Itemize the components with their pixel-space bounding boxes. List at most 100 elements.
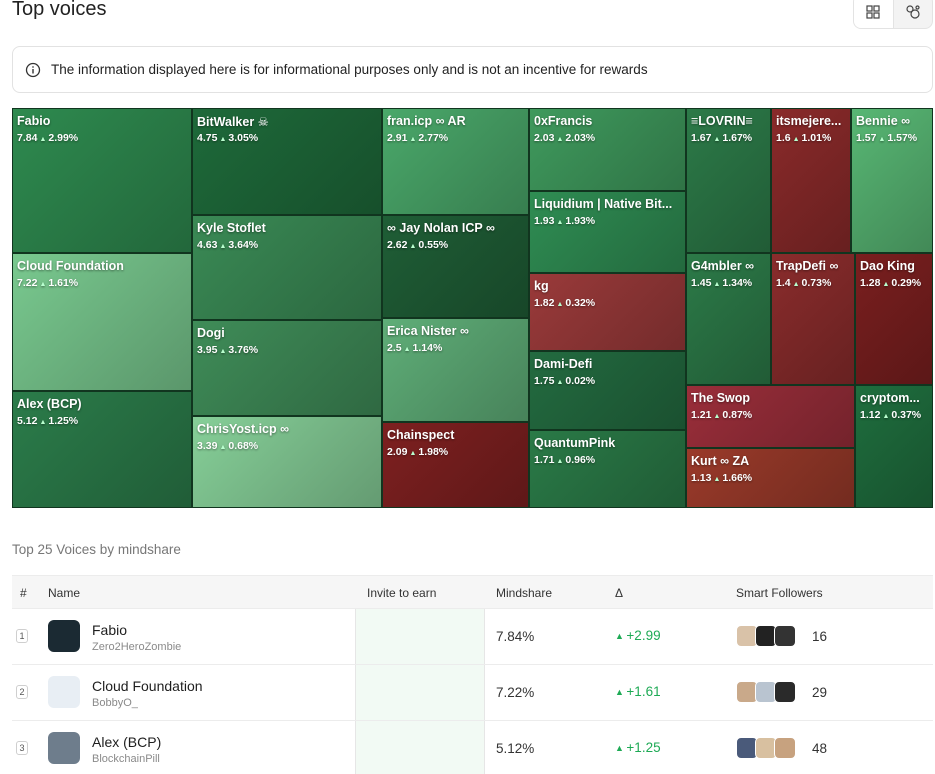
tile-stats: 7.22 ▲ 1.61% (17, 277, 78, 289)
voice-name[interactable]: Alex (BCP) (92, 734, 161, 750)
table-header: # Name Invite to earn Mindshare Δ Smart … (12, 575, 933, 609)
tile-change: 2.99% (48, 132, 79, 144)
treemap-tile[interactable]: Dogi 3.95 ▲ 3.76% (192, 320, 382, 416)
tile-stats: 1.45 ▲ 1.34% (691, 277, 752, 289)
up-triangle-icon: ▲ (713, 136, 721, 143)
treemap-tile[interactable]: Kyle Stoflet 4.63 ▲ 3.64% (192, 215, 382, 320)
rank-badge: 2 (16, 685, 28, 699)
treemap-tile[interactable]: ChrisYost.icp ∞ 3.39 ▲ 0.68% (192, 416, 382, 508)
follower-avatar (774, 737, 796, 759)
up-triangle-icon: ▲ (713, 281, 721, 288)
tile-change: 3.76% (228, 344, 259, 356)
rank-badge: 1 (16, 629, 28, 643)
treemap-tile[interactable]: The Swop 1.21 ▲ 0.87% (686, 385, 855, 448)
treemap-tile[interactable]: cryptom... 1.12 ▲ 0.37% (855, 385, 933, 508)
invite-cell[interactable] (355, 721, 485, 774)
up-triangle-icon: ▲ (219, 444, 227, 451)
treemap-tile[interactable]: Dami-Defi 1.75 ▲ 0.02% (529, 351, 686, 430)
tile-change: 0.29% (891, 277, 922, 289)
tile-change: 2.03% (565, 132, 596, 144)
tile-name: Dogi (197, 326, 225, 340)
tile-background (852, 109, 932, 252)
info-icon (25, 62, 41, 77)
up-triangle-icon: ▲ (219, 136, 227, 143)
tile-name: ≡LOVRIN≡ (691, 114, 753, 128)
view-toggle[interactable] (853, 0, 933, 29)
tile-stats: 1.93 ▲ 1.93% (534, 215, 595, 227)
avatar[interactable] (48, 676, 80, 708)
treemap-tile[interactable]: Liquidium | Native Bit... 1.93 ▲ 1.93% (529, 191, 686, 273)
grid-view-button[interactable] (854, 0, 894, 28)
table-row[interactable]: 2 Cloud Foundation BobbyO_ 7.22% ▲ +1.61 29 (12, 665, 933, 721)
treemap-tile[interactable]: itsmejere... 1.6 ▲ 1.01% (771, 108, 851, 253)
invite-cell[interactable] (355, 665, 485, 720)
tile-stats: 1.82 ▲ 0.32% (534, 297, 595, 309)
treemap-tile[interactable]: fran.icp ∞ AR 2.91 ▲ 2.77% (382, 108, 529, 215)
bubble-view-button[interactable] (894, 0, 933, 28)
tile-background (772, 109, 850, 252)
tile-name: Chainspect (387, 428, 455, 442)
treemap-tile[interactable]: G4mbler ∞ 1.45 ▲ 1.34% (686, 253, 771, 385)
tile-stats: 1.13 ▲ 1.66% (691, 472, 752, 484)
tile-name: ChrisYost.icp ∞ (197, 422, 290, 436)
tile-stats: 5.12 ▲ 1.25% (17, 415, 78, 427)
tile-mindshare: 3.95 (197, 344, 218, 356)
tile-mindshare: 2.09 (387, 446, 408, 458)
followers-count: 29 (812, 685, 828, 700)
tile-background (530, 274, 685, 350)
up-triangle-icon: ▲ (615, 687, 627, 697)
tile-change: 1.98% (418, 446, 449, 458)
treemap-tile[interactable]: Chainspect 2.09 ▲ 1.98% (382, 422, 529, 508)
header-followers[interactable]: Smart Followers (736, 586, 823, 600)
tile-mindshare: 1.28 (860, 277, 881, 289)
treemap-tile[interactable]: Kurt ∞ ZA 1.13 ▲ 1.66% (686, 448, 855, 508)
mindshare-value: 7.84% (496, 629, 535, 644)
treemap-tile[interactable]: Fabio 7.84 ▲ 2.99% (12, 108, 192, 253)
delta-value: ▲ +2.99 (615, 628, 661, 643)
tile-change: 0.73% (801, 277, 832, 289)
treemap-tile[interactable]: Erica Nister ∞ 2.5 ▲ 1.14% (382, 318, 529, 422)
avatar[interactable] (48, 620, 80, 652)
tile-name: Fabio (17, 114, 51, 128)
avatar[interactable] (48, 732, 80, 764)
treemap-tile[interactable]: QuantumPink 1.71 ▲ 0.96% (529, 430, 686, 508)
header-name[interactable]: Name (48, 586, 80, 600)
treemap-tile[interactable]: BitWalker ☠ 4.75 ▲ 3.05% (192, 108, 382, 215)
treemap-tile[interactable]: Alex (BCP) 5.12 ▲ 1.25% (12, 391, 192, 508)
voice-name[interactable]: Cloud Foundation (92, 678, 203, 694)
up-triangle-icon: ▲ (409, 243, 417, 250)
treemap-tile[interactable]: ∞ Jay Nolan ICP ∞ 2.62 ▲ 0.55% (382, 215, 529, 318)
treemap-tile[interactable]: Dao King 1.28 ▲ 0.29% (855, 253, 933, 385)
voices-treemap: Fabio 7.84 ▲ 2.99% BitWalker ☠ 4.75 ▲ 3.05% fran… (12, 108, 933, 508)
treemap-tile[interactable]: Bennie ∞ 1.57 ▲ 1.57% (851, 108, 933, 253)
header-mindshare[interactable]: Mindshare (496, 586, 552, 600)
smart-followers-avatars[interactable] (736, 737, 796, 759)
tile-mindshare: 5.12 (17, 415, 38, 427)
treemap-tile[interactable]: TrapDefi ∞ 1.4 ▲ 0.73% (771, 253, 855, 385)
up-triangle-icon: ▲ (409, 136, 417, 143)
tile-mindshare: 1.6 (776, 132, 791, 144)
treemap-tile[interactable]: ≡LOVRIN≡ 1.67 ▲ 1.67% (686, 108, 771, 253)
treemap-tile[interactable]: kg 1.82 ▲ 0.32% (529, 273, 686, 351)
up-triangle-icon: ▲ (556, 136, 564, 143)
treemap-tile[interactable]: 0xFrancis 2.03 ▲ 2.03% (529, 108, 686, 191)
voice-name[interactable]: Fabio (92, 622, 127, 638)
tile-change: 0.55% (418, 239, 449, 251)
delta-value: ▲ +1.61 (615, 684, 661, 699)
table-row[interactable]: 1 Fabio Zero2HeroZombie 7.84% ▲ +2.99 16 (12, 609, 933, 665)
treemap-tile[interactable]: Cloud Foundation 7.22 ▲ 1.61% (12, 253, 192, 391)
tile-change: 1.61% (48, 277, 79, 289)
tile-mindshare: 1.4 (776, 277, 791, 289)
tile-mindshare: 1.67 (691, 132, 712, 144)
tile-stats: 1.6 ▲ 1.01% (776, 132, 831, 144)
smart-followers-avatars[interactable] (736, 681, 796, 703)
tile-mindshare: 4.75 (197, 132, 218, 144)
up-triangle-icon: ▲ (882, 281, 890, 288)
table-row[interactable]: 3 Alex (BCP) BlockchainPill 5.12% ▲ +1.25 48 (12, 721, 933, 774)
smart-followers-avatars[interactable] (736, 625, 796, 647)
tile-change: 3.05% (228, 132, 259, 144)
invite-cell[interactable] (355, 609, 485, 664)
header-delta[interactable]: Δ (615, 586, 623, 600)
tile-mindshare: 2.03 (534, 132, 555, 144)
tile-change: 2.77% (418, 132, 449, 144)
